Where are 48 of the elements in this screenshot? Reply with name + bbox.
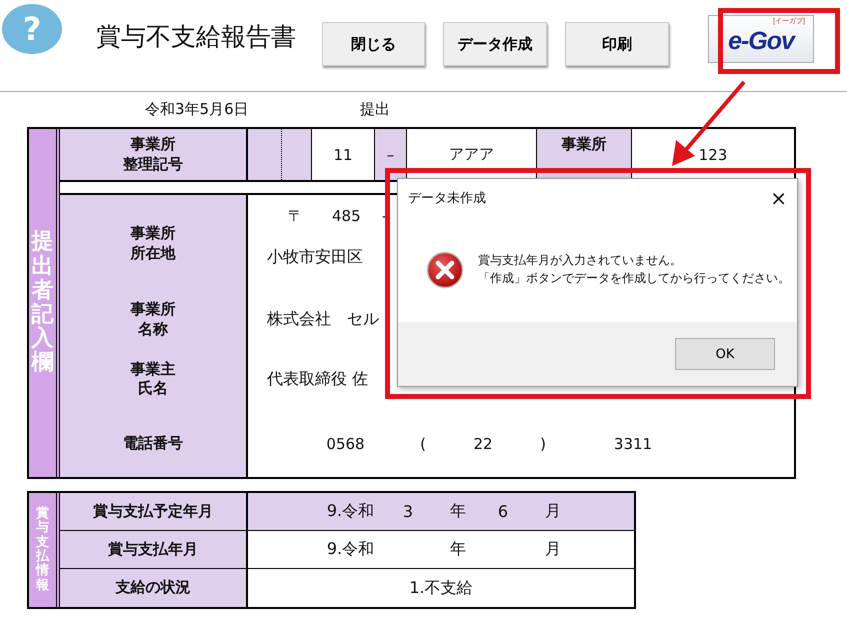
row-label: 氏名 [138, 379, 168, 398]
submission-date: 令和3年5月6日 [145, 100, 250, 119]
row-label: 整理記号 [123, 154, 183, 174]
table-cell: – [375, 129, 407, 180]
phone-area-code: 0568 [325, 435, 366, 453]
side-label: 提出者記入欄 [32, 230, 54, 376]
dialog-message: 賞与支払年月が入力されていません。 [478, 252, 683, 270]
egov-logo: e-Gov [728, 26, 794, 56]
row-label: 事業所 [130, 135, 176, 154]
month-value: 6 [498, 502, 508, 521]
toolbar-button[interactable]: 閉じる [322, 22, 425, 66]
row-label: 電話番号 [123, 434, 183, 454]
month-unit: 月 [544, 501, 562, 522]
form-title: 賞与不支給報告書 [96, 21, 297, 53]
year-value: 3 [402, 502, 414, 521]
phone-local-code: 22 [472, 435, 494, 453]
ok-button[interactable]: OK [675, 338, 775, 370]
row-label: 事業所 [130, 300, 176, 320]
era-value: 9.令和 [326, 539, 376, 560]
toolbar-button[interactable]: データ作成 [443, 22, 547, 66]
row-label: 事業所 [562, 135, 606, 154]
postal-code: 485 [332, 207, 362, 225]
error-icon [426, 250, 464, 288]
close-button[interactable]: × [770, 186, 787, 210]
phone-number: 3311 [612, 435, 654, 453]
row-label: 事業所 [130, 224, 176, 244]
submission-label: 提出 [360, 100, 390, 119]
dialog-message: 「作成」ボタンでデータを作成してから行ってください。 [478, 270, 790, 286]
toolbar-button[interactable]: 印刷 [565, 22, 669, 66]
company-name: 株式会社 セル [267, 309, 379, 330]
era-value: 9.令和 [326, 501, 376, 522]
side-label: 賞与支払情報 [36, 507, 49, 593]
owner-name: 代表取締役 佐 [267, 368, 368, 390]
year-unit: 年 [449, 539, 467, 560]
parenthesis: ( [419, 435, 427, 453]
dialog-title: データ未作成 [408, 190, 486, 207]
parenthesis: ) [539, 435, 547, 453]
row-label: 支給の状況 [60, 569, 248, 607]
month-unit: 月 [544, 539, 562, 560]
row-label: 事業主 [130, 360, 176, 379]
row-label: 賞与支払年月 [60, 531, 248, 569]
table-cell-text: 123 [698, 144, 728, 166]
postal-mark: 〒 [288, 206, 304, 226]
row-label: 賞与支払予定年月 [60, 493, 248, 531]
year-unit: 年 [449, 501, 467, 522]
row-label: 所在地 [130, 244, 176, 263]
row-label: 名称 [138, 320, 168, 339]
address-text: 小牧市安田区 [267, 247, 363, 268]
